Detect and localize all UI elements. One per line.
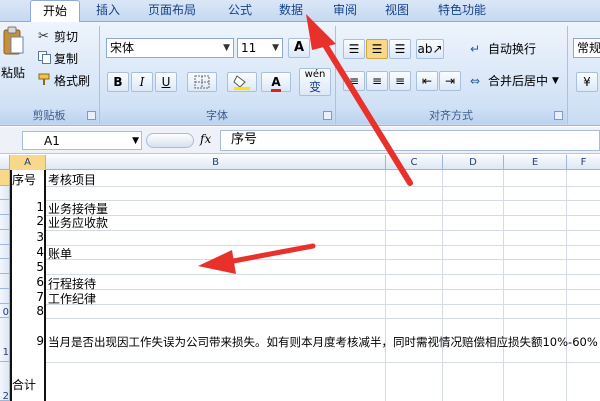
annotation-arrow-to-data-tab — [306, 14, 413, 186]
annotation-arrow-to-sheet — [198, 243, 316, 274]
annotation-arrows — [198, 14, 413, 274]
